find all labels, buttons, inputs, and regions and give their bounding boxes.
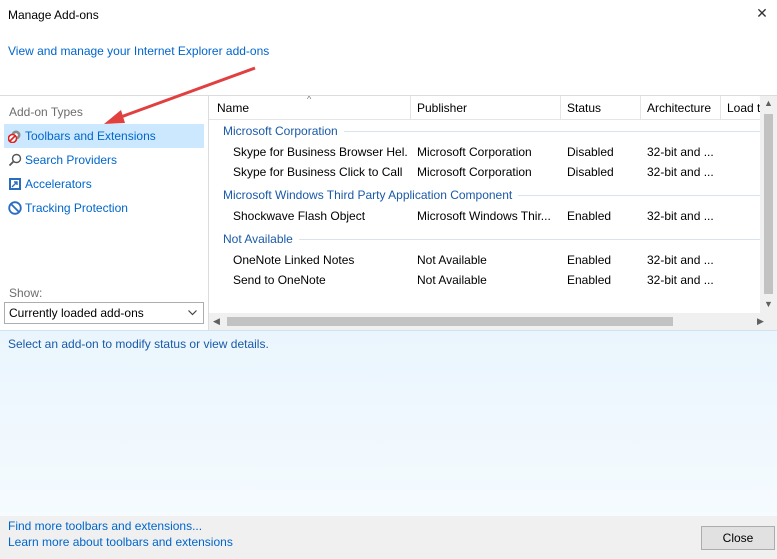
group-header: Not Available — [223, 232, 763, 246]
chevron-down-icon — [188, 310, 197, 316]
column-header-architecture[interactable]: Architecture — [647, 101, 711, 115]
search-icon — [8, 153, 22, 167]
sidebar: Add-on Types Toolbars and Extensions Sea… — [0, 96, 208, 330]
sidebar-item-label: Accelerators — [25, 177, 92, 191]
cell-publisher: Microsoft Corporation — [417, 165, 532, 179]
sort-up-icon: ^ — [307, 96, 312, 104]
group-header: Microsoft Corporation — [223, 124, 763, 138]
cell-name: Skype for Business Click to Call — [233, 165, 403, 179]
cell-publisher: Not Available — [417, 273, 487, 287]
cell-architecture: 32-bit and ... — [647, 145, 714, 159]
cell-publisher: Microsoft Windows Thir... — [417, 209, 551, 223]
scroll-left-icon[interactable]: ◀ — [213, 316, 220, 327]
cell-status: Disabled — [567, 165, 614, 179]
sidebar-item-toolbars[interactable]: Toolbars and Extensions — [4, 124, 204, 148]
sidebar-item-label: Search Providers — [25, 153, 118, 167]
show-dropdown-value: Currently loaded add-ons — [9, 306, 144, 320]
table-row[interactable]: Shockwave Flash Object Microsoft Windows… — [209, 206, 761, 226]
sidebar-item-accelerators[interactable]: Accelerators — [4, 172, 204, 196]
column-headers: ^ Name Publisher Status Architecture Loa… — [209, 96, 769, 120]
group-header: Microsoft Windows Third Party Applicatio… — [223, 188, 763, 202]
cell-status: Enabled — [567, 273, 612, 287]
group-name: Microsoft Corporation — [223, 124, 338, 138]
cell-status: Enabled — [567, 209, 612, 223]
gear-block-icon — [8, 130, 21, 143]
window-title: Manage Add-ons — [8, 8, 99, 22]
header-link[interactable]: View and manage your Internet Explorer a… — [8, 44, 269, 58]
title-bar: Manage Add-ons ✕ — [0, 0, 777, 30]
sidebar-item-tracking[interactable]: Tracking Protection — [4, 196, 204, 220]
close-icon[interactable]: ✕ — [753, 4, 771, 22]
cell-name: Skype for Business Browser Hel... — [233, 145, 408, 159]
cell-architecture: 32-bit and ... — [647, 253, 714, 267]
show-dropdown[interactable]: Currently loaded add-ons — [4, 302, 204, 324]
sidebar-item-search[interactable]: Search Providers — [4, 148, 204, 172]
scroll-up-icon[interactable]: ▲ — [764, 98, 773, 108]
vertical-scroll-thumb[interactable] — [764, 114, 773, 294]
table-row[interactable]: Send to OneNote Not Available Enabled 32… — [209, 270, 761, 290]
details-text: Select an add-on to modify status or vie… — [8, 337, 269, 351]
details-panel: Select an add-on to modify status or vie… — [0, 330, 777, 516]
cell-architecture: 32-bit and ... — [647, 209, 714, 223]
cell-name: Shockwave Flash Object — [233, 209, 366, 223]
sidebar-item-label: Tracking Protection — [25, 201, 128, 215]
cell-status: Disabled — [567, 145, 614, 159]
cell-architecture: 32-bit and ... — [647, 273, 714, 287]
cell-publisher: Not Available — [417, 253, 487, 267]
horizontal-scroll-thumb[interactable] — [227, 317, 673, 326]
show-label: Show: — [9, 286, 43, 300]
group-name: Microsoft Windows Third Party Applicatio… — [223, 188, 513, 202]
cell-publisher: Microsoft Corporation — [417, 145, 532, 159]
cell-name: Send to OneNote — [233, 273, 326, 287]
group-name: Not Available — [223, 232, 293, 246]
sidebar-item-label: Toolbars and Extensions — [25, 129, 156, 143]
scroll-right-icon[interactable]: ▶ — [757, 316, 764, 327]
table-row[interactable]: Skype for Business Browser Hel... Micros… — [209, 142, 761, 162]
table-row[interactable]: Skype for Business Click to Call Microso… — [209, 162, 761, 182]
cell-status: Enabled — [567, 253, 612, 267]
horizontal-scrollbar[interactable]: ◀ ▶ — [209, 313, 777, 330]
cell-name: OneNote Linked Notes — [233, 253, 355, 267]
tracking-protection-icon — [8, 201, 22, 215]
cell-architecture: 32-bit and ... — [647, 165, 714, 179]
column-header-publisher[interactable]: Publisher — [417, 101, 467, 115]
table-row[interactable]: OneNote Linked Notes Not Available Enabl… — [209, 250, 761, 270]
footer: Find more toolbars and extensions... Lea… — [0, 516, 777, 559]
learn-more-link[interactable]: Learn more about toolbars and extensions — [8, 535, 233, 549]
addon-types-label: Add-on Types — [9, 105, 83, 119]
addons-list: ^ Name Publisher Status Architecture Loa… — [208, 96, 777, 330]
close-button[interactable]: Close — [701, 526, 775, 550]
column-header-name[interactable]: Name — [217, 101, 249, 115]
scroll-down-icon[interactable]: ▼ — [764, 299, 773, 309]
column-header-status[interactable]: Status — [567, 101, 601, 115]
vertical-scrollbar[interactable]: ▲ ▼ — [760, 96, 777, 313]
find-more-link[interactable]: Find more toolbars and extensions... — [8, 519, 202, 533]
accelerator-icon — [9, 178, 21, 190]
